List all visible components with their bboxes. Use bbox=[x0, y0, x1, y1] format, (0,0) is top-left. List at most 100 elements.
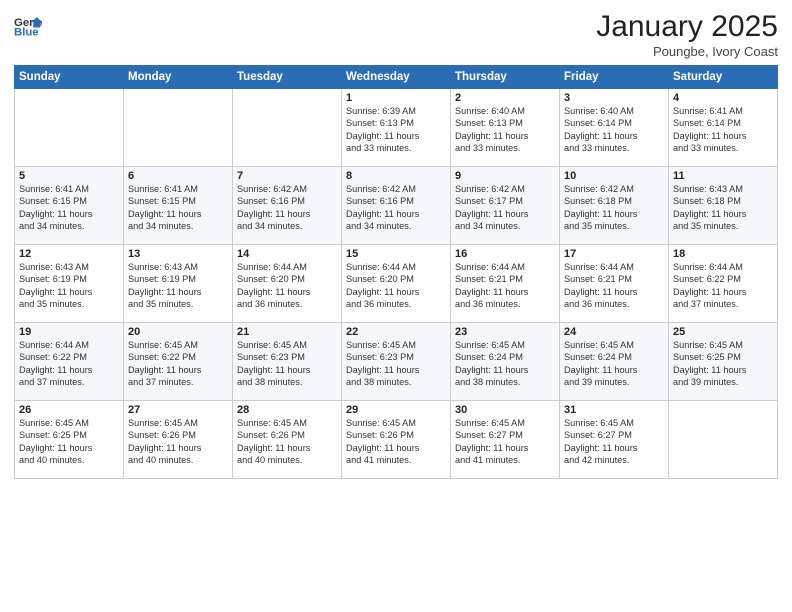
calendar-day-header: Thursday bbox=[451, 66, 560, 89]
day-info: Sunrise: 6:41 AM Sunset: 6:15 PM Dayligh… bbox=[128, 183, 228, 233]
month-year: January 2025 bbox=[596, 10, 778, 44]
logo: General Blue bbox=[14, 10, 42, 38]
calendar-week-row: 12Sunrise: 6:43 AM Sunset: 6:19 PM Dayli… bbox=[15, 245, 778, 323]
calendar-cell: 17Sunrise: 6:44 AM Sunset: 6:21 PM Dayli… bbox=[560, 245, 669, 323]
day-info: Sunrise: 6:41 AM Sunset: 6:14 PM Dayligh… bbox=[673, 105, 773, 155]
day-number: 19 bbox=[19, 326, 119, 338]
page: General Blue January 2025 Poungbe, Ivory… bbox=[0, 0, 792, 612]
calendar-cell: 3Sunrise: 6:40 AM Sunset: 6:14 PM Daylig… bbox=[560, 89, 669, 167]
calendar-cell: 22Sunrise: 6:45 AM Sunset: 6:23 PM Dayli… bbox=[342, 323, 451, 401]
calendar-cell: 24Sunrise: 6:45 AM Sunset: 6:24 PM Dayli… bbox=[560, 323, 669, 401]
day-info: Sunrise: 6:45 AM Sunset: 6:27 PM Dayligh… bbox=[455, 417, 555, 467]
calendar-cell: 19Sunrise: 6:44 AM Sunset: 6:22 PM Dayli… bbox=[15, 323, 124, 401]
day-info: Sunrise: 6:40 AM Sunset: 6:13 PM Dayligh… bbox=[455, 105, 555, 155]
day-number: 14 bbox=[237, 248, 337, 260]
day-info: Sunrise: 6:44 AM Sunset: 6:20 PM Dayligh… bbox=[237, 261, 337, 311]
day-number: 25 bbox=[673, 326, 773, 338]
calendar-cell: 15Sunrise: 6:44 AM Sunset: 6:20 PM Dayli… bbox=[342, 245, 451, 323]
day-number: 20 bbox=[128, 326, 228, 338]
calendar-day-header: Wednesday bbox=[342, 66, 451, 89]
day-number: 30 bbox=[455, 404, 555, 416]
calendar-cell: 27Sunrise: 6:45 AM Sunset: 6:26 PM Dayli… bbox=[124, 401, 233, 479]
day-info: Sunrise: 6:41 AM Sunset: 6:15 PM Dayligh… bbox=[19, 183, 119, 233]
calendar-cell: 12Sunrise: 6:43 AM Sunset: 6:19 PM Dayli… bbox=[15, 245, 124, 323]
day-info: Sunrise: 6:44 AM Sunset: 6:22 PM Dayligh… bbox=[19, 339, 119, 389]
day-number: 24 bbox=[564, 326, 664, 338]
calendar-cell: 14Sunrise: 6:44 AM Sunset: 6:20 PM Dayli… bbox=[233, 245, 342, 323]
calendar-cell: 20Sunrise: 6:45 AM Sunset: 6:22 PM Dayli… bbox=[124, 323, 233, 401]
day-number: 27 bbox=[128, 404, 228, 416]
calendar-cell: 16Sunrise: 6:44 AM Sunset: 6:21 PM Dayli… bbox=[451, 245, 560, 323]
day-number: 29 bbox=[346, 404, 446, 416]
day-info: Sunrise: 6:43 AM Sunset: 6:19 PM Dayligh… bbox=[19, 261, 119, 311]
day-info: Sunrise: 6:40 AM Sunset: 6:14 PM Dayligh… bbox=[564, 105, 664, 155]
day-info: Sunrise: 6:45 AM Sunset: 6:26 PM Dayligh… bbox=[237, 417, 337, 467]
day-number: 1 bbox=[346, 92, 446, 104]
calendar-cell: 31Sunrise: 6:45 AM Sunset: 6:27 PM Dayli… bbox=[560, 401, 669, 479]
calendar-cell: 11Sunrise: 6:43 AM Sunset: 6:18 PM Dayli… bbox=[669, 167, 778, 245]
calendar-cell: 9Sunrise: 6:42 AM Sunset: 6:17 PM Daylig… bbox=[451, 167, 560, 245]
day-number: 9 bbox=[455, 170, 555, 182]
day-info: Sunrise: 6:45 AM Sunset: 6:23 PM Dayligh… bbox=[237, 339, 337, 389]
calendar-cell: 18Sunrise: 6:44 AM Sunset: 6:22 PM Dayli… bbox=[669, 245, 778, 323]
calendar-cell bbox=[15, 89, 124, 167]
location: Poungbe, Ivory Coast bbox=[596, 44, 778, 59]
calendar-cell: 29Sunrise: 6:45 AM Sunset: 6:26 PM Dayli… bbox=[342, 401, 451, 479]
day-number: 2 bbox=[455, 92, 555, 104]
calendar-day-header: Friday bbox=[560, 66, 669, 89]
day-info: Sunrise: 6:45 AM Sunset: 6:27 PM Dayligh… bbox=[564, 417, 664, 467]
calendar-week-row: 5Sunrise: 6:41 AM Sunset: 6:15 PM Daylig… bbox=[15, 167, 778, 245]
day-number: 28 bbox=[237, 404, 337, 416]
calendar-cell: 10Sunrise: 6:42 AM Sunset: 6:18 PM Dayli… bbox=[560, 167, 669, 245]
day-number: 5 bbox=[19, 170, 119, 182]
calendar-header-row: SundayMondayTuesdayWednesdayThursdayFrid… bbox=[15, 66, 778, 89]
day-number: 11 bbox=[673, 170, 773, 182]
day-number: 31 bbox=[564, 404, 664, 416]
header: General Blue January 2025 Poungbe, Ivory… bbox=[14, 10, 778, 59]
day-info: Sunrise: 6:45 AM Sunset: 6:24 PM Dayligh… bbox=[564, 339, 664, 389]
day-number: 21 bbox=[237, 326, 337, 338]
day-number: 15 bbox=[346, 248, 446, 260]
day-info: Sunrise: 6:45 AM Sunset: 6:26 PM Dayligh… bbox=[128, 417, 228, 467]
day-info: Sunrise: 6:44 AM Sunset: 6:20 PM Dayligh… bbox=[346, 261, 446, 311]
day-number: 8 bbox=[346, 170, 446, 182]
calendar-cell bbox=[233, 89, 342, 167]
calendar: SundayMondayTuesdayWednesdayThursdayFrid… bbox=[14, 65, 778, 479]
calendar-cell: 4Sunrise: 6:41 AM Sunset: 6:14 PM Daylig… bbox=[669, 89, 778, 167]
calendar-cell: 21Sunrise: 6:45 AM Sunset: 6:23 PM Dayli… bbox=[233, 323, 342, 401]
calendar-week-row: 26Sunrise: 6:45 AM Sunset: 6:25 PM Dayli… bbox=[15, 401, 778, 479]
day-info: Sunrise: 6:42 AM Sunset: 6:16 PM Dayligh… bbox=[346, 183, 446, 233]
day-number: 6 bbox=[128, 170, 228, 182]
day-info: Sunrise: 6:45 AM Sunset: 6:26 PM Dayligh… bbox=[346, 417, 446, 467]
day-info: Sunrise: 6:39 AM Sunset: 6:13 PM Dayligh… bbox=[346, 105, 446, 155]
day-number: 13 bbox=[128, 248, 228, 260]
calendar-cell bbox=[124, 89, 233, 167]
calendar-cell: 6Sunrise: 6:41 AM Sunset: 6:15 PM Daylig… bbox=[124, 167, 233, 245]
calendar-cell: 25Sunrise: 6:45 AM Sunset: 6:25 PM Dayli… bbox=[669, 323, 778, 401]
day-number: 17 bbox=[564, 248, 664, 260]
day-number: 22 bbox=[346, 326, 446, 338]
day-number: 16 bbox=[455, 248, 555, 260]
day-number: 7 bbox=[237, 170, 337, 182]
calendar-day-header: Monday bbox=[124, 66, 233, 89]
day-number: 26 bbox=[19, 404, 119, 416]
calendar-cell: 1Sunrise: 6:39 AM Sunset: 6:13 PM Daylig… bbox=[342, 89, 451, 167]
calendar-cell: 8Sunrise: 6:42 AM Sunset: 6:16 PM Daylig… bbox=[342, 167, 451, 245]
calendar-cell: 28Sunrise: 6:45 AM Sunset: 6:26 PM Dayli… bbox=[233, 401, 342, 479]
calendar-cell: 23Sunrise: 6:45 AM Sunset: 6:24 PM Dayli… bbox=[451, 323, 560, 401]
day-number: 23 bbox=[455, 326, 555, 338]
svg-text:Blue: Blue bbox=[14, 26, 39, 38]
day-info: Sunrise: 6:43 AM Sunset: 6:18 PM Dayligh… bbox=[673, 183, 773, 233]
calendar-cell: 30Sunrise: 6:45 AM Sunset: 6:27 PM Dayli… bbox=[451, 401, 560, 479]
day-info: Sunrise: 6:44 AM Sunset: 6:22 PM Dayligh… bbox=[673, 261, 773, 311]
day-info: Sunrise: 6:45 AM Sunset: 6:24 PM Dayligh… bbox=[455, 339, 555, 389]
calendar-cell: 7Sunrise: 6:42 AM Sunset: 6:16 PM Daylig… bbox=[233, 167, 342, 245]
day-number: 12 bbox=[19, 248, 119, 260]
calendar-cell: 26Sunrise: 6:45 AM Sunset: 6:25 PM Dayli… bbox=[15, 401, 124, 479]
calendar-cell: 2Sunrise: 6:40 AM Sunset: 6:13 PM Daylig… bbox=[451, 89, 560, 167]
day-info: Sunrise: 6:44 AM Sunset: 6:21 PM Dayligh… bbox=[455, 261, 555, 311]
day-info: Sunrise: 6:45 AM Sunset: 6:25 PM Dayligh… bbox=[19, 417, 119, 467]
calendar-cell bbox=[669, 401, 778, 479]
day-info: Sunrise: 6:44 AM Sunset: 6:21 PM Dayligh… bbox=[564, 261, 664, 311]
day-info: Sunrise: 6:45 AM Sunset: 6:25 PM Dayligh… bbox=[673, 339, 773, 389]
